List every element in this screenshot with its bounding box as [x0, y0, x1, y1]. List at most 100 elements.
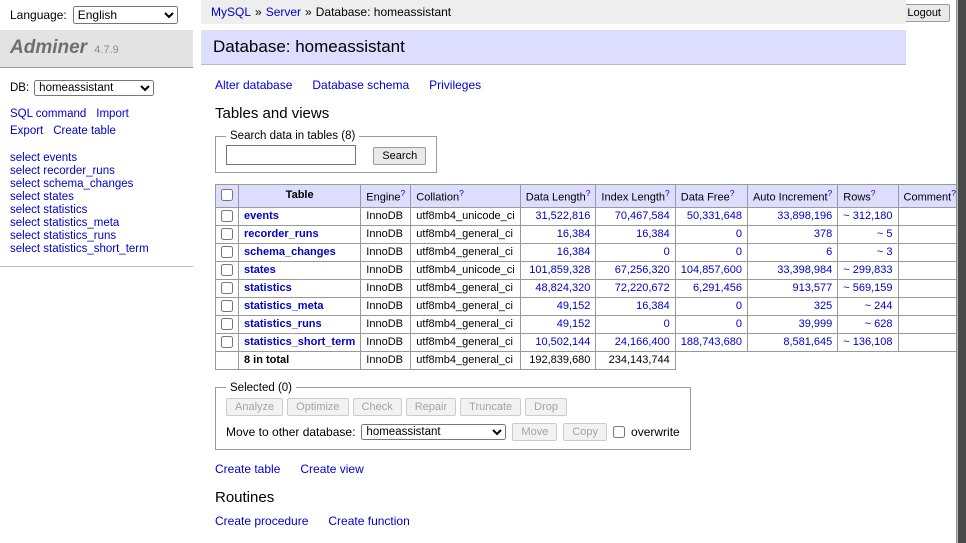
data-free-link[interactable]: 6,291,456	[693, 282, 742, 294]
create-function-link[interactable]: Create function	[328, 514, 409, 528]
auto-increment-link[interactable]: 33,398,984	[777, 264, 832, 276]
copy-button[interactable]: Copy	[563, 423, 607, 441]
data-free-link[interactable]: 0	[736, 300, 742, 312]
column-help-link[interactable]: ?	[828, 188, 833, 198]
sidebar-select-link[interactable]: select	[10, 204, 40, 216]
table-name-link[interactable]: states	[244, 264, 276, 276]
sidebar-table-link[interactable]: statistics	[43, 204, 87, 216]
auto-increment-link[interactable]: 378	[814, 228, 832, 240]
data-length-link[interactable]: 16,384	[557, 228, 591, 240]
row-checkbox[interactable]	[221, 336, 233, 348]
repair-button[interactable]: Repair	[406, 398, 456, 416]
rows-link[interactable]: ~ 628	[865, 318, 893, 330]
data-length-link[interactable]: 49,152	[557, 318, 591, 330]
create-table-link[interactable]: Create table	[215, 462, 280, 476]
move-db-select[interactable]: homeassistant	[361, 424, 506, 440]
auto-increment-link[interactable]: 8,581,645	[783, 336, 832, 348]
index-length-link[interactable]: 72,220,672	[615, 282, 670, 294]
sidebar-table-link[interactable]: statistics_short_term	[43, 243, 148, 255]
analyze-button[interactable]: Analyze	[226, 398, 283, 416]
overwrite-label[interactable]: overwrite	[631, 425, 680, 439]
breadcrumb-server-link[interactable]: Server	[266, 5, 301, 19]
column-help-link[interactable]: ?	[586, 188, 591, 198]
scrollbar[interactable]	[956, 0, 966, 543]
sidebar-select-link[interactable]: select	[10, 152, 40, 164]
auto-increment-link[interactable]: 913,577	[793, 282, 833, 294]
column-help-link[interactable]: ?	[401, 188, 406, 198]
breadcrumb-mysql-link[interactable]: MySQL	[211, 5, 251, 19]
data-free-link[interactable]: 188,743,680	[681, 336, 742, 348]
create-procedure-link[interactable]: Create procedure	[215, 514, 308, 528]
index-length-link[interactable]: 16,384	[636, 300, 670, 312]
create-table-link[interactable]: Create table	[53, 125, 116, 137]
sidebar-table-link[interactable]: statistics_meta	[43, 217, 119, 229]
sidebar-table-link[interactable]: states	[43, 191, 74, 203]
check-button[interactable]: Check	[353, 398, 402, 416]
create-view-link[interactable]: Create view	[300, 462, 363, 476]
data-length-link[interactable]: 16,384	[557, 246, 591, 258]
sql-command-link[interactable]: SQL command	[10, 108, 86, 120]
database-schema-link[interactable]: Database schema	[312, 78, 409, 92]
rows-link[interactable]: ~ 569,159	[843, 282, 892, 294]
data-length-link[interactable]: 10,502,144	[535, 336, 590, 348]
logout-button[interactable]: Logout	[898, 4, 950, 22]
row-checkbox[interactable]	[221, 228, 233, 240]
rows-link[interactable]: ~ 5	[877, 228, 893, 240]
sidebar-table-link[interactable]: recorder_runs	[43, 165, 115, 177]
db-select[interactable]: homeassistant	[34, 80, 154, 96]
rows-link[interactable]: ~ 299,833	[843, 264, 892, 276]
sidebar-select-link[interactable]: select	[10, 165, 40, 177]
data-length-link[interactable]: 101,859,328	[529, 264, 590, 276]
index-length-link[interactable]: 0	[664, 246, 670, 258]
column-help-link[interactable]: ?	[871, 188, 876, 198]
column-help-link[interactable]: ?	[730, 188, 735, 198]
auto-increment-link[interactable]: 6	[826, 246, 832, 258]
rows-link[interactable]: ~ 312,180	[843, 210, 892, 222]
table-name-link[interactable]: statistics	[244, 282, 292, 294]
drop-button[interactable]: Drop	[525, 398, 567, 416]
truncate-button[interactable]: Truncate	[460, 398, 521, 416]
sidebar-table-link[interactable]: statistics_runs	[43, 230, 116, 242]
language-select[interactable]: English	[73, 6, 178, 24]
overwrite-checkbox[interactable]	[613, 426, 625, 438]
row-checkbox[interactable]	[221, 300, 233, 312]
data-length-link[interactable]: 48,824,320	[535, 282, 590, 294]
sidebar-select-link[interactable]: select	[10, 191, 40, 203]
sidebar-select-link[interactable]: select	[10, 217, 40, 229]
data-length-link[interactable]: 49,152	[557, 300, 591, 312]
index-length-link[interactable]: 0	[664, 318, 670, 330]
table-name-link[interactable]: statistics_short_term	[244, 336, 355, 348]
index-length-link[interactable]: 16,384	[636, 228, 670, 240]
table-name-link[interactable]: events	[244, 210, 279, 222]
index-length-link[interactable]: 67,256,320	[615, 264, 670, 276]
column-help-link[interactable]: ?	[459, 188, 464, 198]
rows-link[interactable]: ~ 244	[865, 300, 893, 312]
column-help-link[interactable]: ?	[665, 188, 670, 198]
index-length-link[interactable]: 24,166,400	[615, 336, 670, 348]
alter-database-link[interactable]: Alter database	[215, 78, 292, 92]
select-all-checkbox[interactable]	[221, 189, 233, 201]
optimize-button[interactable]: Optimize	[287, 398, 348, 416]
data-free-link[interactable]: 50,331,648	[687, 210, 742, 222]
export-link[interactable]: Export	[10, 125, 43, 137]
data-free-link[interactable]: 0	[736, 318, 742, 330]
search-button[interactable]: Search	[373, 147, 426, 165]
sidebar-table-link[interactable]: events	[43, 152, 77, 164]
rows-link[interactable]: ~ 3	[877, 246, 893, 258]
privileges-link[interactable]: Privileges	[429, 78, 481, 92]
rows-link[interactable]: ~ 136,108	[843, 336, 892, 348]
auto-increment-link[interactable]: 39,999	[799, 318, 833, 330]
table-name-link[interactable]: statistics_meta	[244, 300, 324, 312]
index-length-link[interactable]: 70,467,584	[615, 210, 670, 222]
row-checkbox[interactable]	[221, 246, 233, 258]
row-checkbox[interactable]	[221, 210, 233, 222]
scrollbar-thumb[interactable]	[958, 0, 966, 543]
sidebar-table-link[interactable]: schema_changes	[43, 178, 133, 190]
auto-increment-link[interactable]: 325	[814, 300, 832, 312]
sidebar-select-link[interactable]: select	[10, 243, 40, 255]
sidebar-select-link[interactable]: select	[10, 178, 40, 190]
data-free-link[interactable]: 104,857,600	[681, 264, 742, 276]
row-checkbox[interactable]	[221, 318, 233, 330]
row-checkbox[interactable]	[221, 264, 233, 276]
table-name-link[interactable]: schema_changes	[244, 246, 336, 258]
